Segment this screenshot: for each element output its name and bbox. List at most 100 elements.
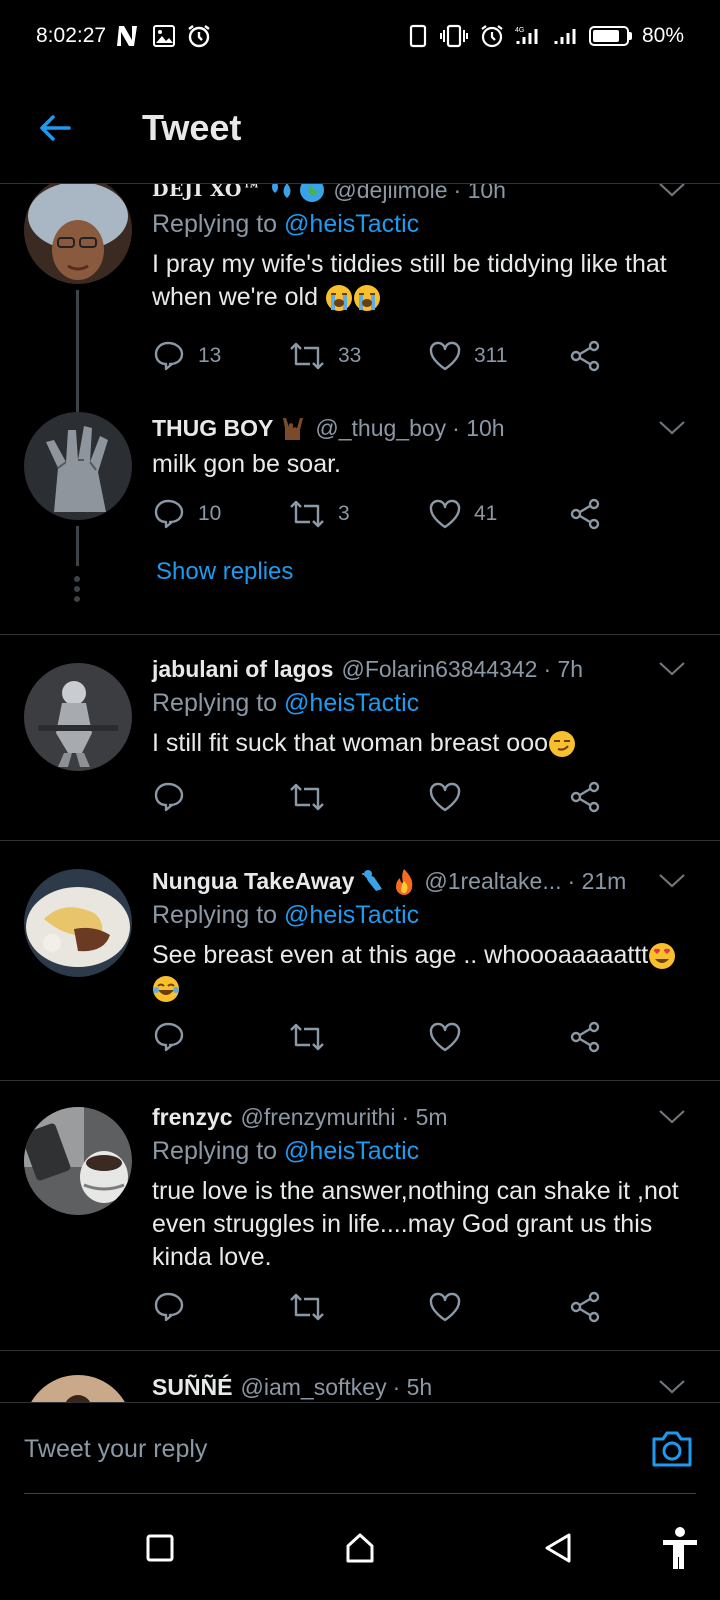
tweet-menu-button[interactable] bbox=[654, 412, 690, 444]
tweet[interactable]: jabulani of lagos @Folarin63844342 · 7h … bbox=[0, 634, 720, 840]
bird-icon bbox=[361, 870, 383, 891]
tweet-time: · 21m bbox=[567, 867, 627, 894]
retweet-button[interactable] bbox=[288, 1291, 326, 1323]
like-button[interactable] bbox=[428, 781, 462, 813]
like-button[interactable] bbox=[428, 1291, 462, 1323]
author-name[interactable]: SUÑÑÉ bbox=[152, 1374, 233, 1401]
replying-to-link[interactable]: @heisTactic bbox=[284, 689, 419, 717]
show-replies-link[interactable]: Show replies bbox=[156, 558, 293, 586]
share-button[interactable] bbox=[568, 340, 602, 372]
author-name[interactable]: THUG BOY bbox=[152, 415, 273, 442]
loudly-crying-face-icon bbox=[325, 285, 352, 312]
replying-to: Replying to @heisTactic bbox=[152, 901, 690, 935]
vibrate-icon bbox=[407, 23, 429, 49]
home-icon bbox=[346, 1533, 374, 1563]
like-button[interactable]: 311 bbox=[428, 340, 507, 372]
home-button[interactable] bbox=[338, 1526, 382, 1570]
avatar[interactable] bbox=[24, 663, 132, 771]
tweet-time: · 10h bbox=[453, 184, 506, 203]
sign-of-horns-icon bbox=[283, 418, 304, 440]
reply-button[interactable] bbox=[152, 1020, 186, 1054]
avatar[interactable] bbox=[24, 184, 132, 284]
tears-of-joy-face-icon bbox=[153, 976, 179, 1003]
reply-button[interactable] bbox=[152, 780, 186, 814]
camera-button[interactable] bbox=[650, 1427, 694, 1471]
like-button[interactable]: 41 bbox=[428, 498, 497, 530]
share-button[interactable] bbox=[568, 781, 602, 813]
reply-button[interactable]: 10 bbox=[152, 497, 221, 531]
name-emojis bbox=[279, 414, 307, 442]
author-handle[interactable]: @iam_softkey bbox=[241, 1374, 387, 1401]
tweet-actions bbox=[152, 1287, 632, 1327]
thread-dots bbox=[74, 576, 81, 606]
author-name[interactable]: Nungua TakeAway bbox=[152, 868, 354, 895]
recents-button[interactable] bbox=[138, 1526, 182, 1570]
name-emojis bbox=[267, 184, 325, 203]
replying-to: Replying to @heisTactic bbox=[152, 689, 690, 723]
back-button[interactable] bbox=[20, 93, 90, 163]
vibrate-icon bbox=[439, 23, 469, 49]
accessibility-icon bbox=[663, 1527, 697, 1569]
tweet-menu-button[interactable] bbox=[654, 1101, 690, 1133]
avatar[interactable] bbox=[24, 869, 132, 977]
tweet-menu-button[interactable] bbox=[654, 184, 690, 206]
author-handle[interactable]: @Folarin63844342 bbox=[341, 656, 537, 683]
author-name[interactable]: jabulani of lagos bbox=[152, 656, 333, 683]
author-handle[interactable]: @dejiimole bbox=[333, 184, 447, 204]
share-button[interactable] bbox=[568, 1021, 602, 1053]
retweet-button[interactable] bbox=[288, 1021, 326, 1053]
tweet-menu-button[interactable] bbox=[654, 865, 690, 897]
avatar[interactable] bbox=[24, 1107, 132, 1215]
replying-prefix: Replying to bbox=[152, 689, 285, 717]
replying-to: Replying to @heisTactic bbox=[152, 210, 690, 244]
replying-to-link[interactable]: @heisTactic bbox=[284, 901, 419, 929]
author-handle[interactable]: @frenzymurithi bbox=[241, 1104, 396, 1131]
replying-to: Replying to @heisTactic bbox=[152, 1137, 690, 1171]
tweet[interactable]: Nungua TakeAway @1realtake... · 21m Repl… bbox=[0, 840, 720, 1080]
reply-timeline[interactable]: DEJI XO™ @dejiimole · 10h Replying to @h… bbox=[0, 184, 720, 1402]
replying-to-link[interactable]: @heisTactic bbox=[284, 1137, 419, 1165]
replying-prefix: Replying to bbox=[152, 210, 285, 238]
author-name[interactable]: DEJI XO™ bbox=[152, 184, 261, 201]
retweet-button[interactable] bbox=[288, 781, 326, 813]
replying-to-link[interactable]: @heisTactic bbox=[284, 210, 419, 238]
reply-composer bbox=[0, 1402, 720, 1495]
reply-button[interactable]: 13 bbox=[152, 339, 221, 373]
tweet[interactable]: SUÑÑÉ @iam_softkey · 5h bbox=[0, 1350, 720, 1402]
accessibility-button[interactable] bbox=[658, 1526, 702, 1570]
back-nav-button[interactable] bbox=[536, 1526, 580, 1570]
svg-text:4G: 4G bbox=[515, 27, 524, 34]
tweet-actions bbox=[152, 1017, 632, 1057]
like-button[interactable] bbox=[428, 1021, 462, 1053]
thread-line bbox=[76, 526, 79, 566]
tweet-menu-button[interactable] bbox=[654, 1371, 690, 1402]
name-emojis bbox=[360, 867, 416, 895]
avatar[interactable] bbox=[24, 412, 132, 520]
share-button[interactable] bbox=[568, 1291, 602, 1323]
arrow-left-icon bbox=[40, 114, 71, 141]
heart-icon bbox=[429, 782, 461, 812]
reply-button[interactable] bbox=[152, 1290, 186, 1324]
reply-icon bbox=[154, 782, 184, 812]
tweet[interactable]: DEJI XO™ @dejiimole · 10h Replying to @h… bbox=[0, 184, 720, 414]
tweet[interactable]: frenzyc @frenzymurithi · 5m Replying to … bbox=[0, 1080, 720, 1350]
tweet[interactable]: THUG BOY @_thug_boy · 10h milk gon be so… bbox=[0, 412, 720, 620]
tweet-text: I still fit suck that woman breast ooo bbox=[152, 727, 690, 760]
retweet-icon bbox=[290, 1293, 324, 1321]
author-handle[interactable]: @1realtake... bbox=[424, 868, 561, 895]
avatar[interactable] bbox=[24, 1375, 132, 1402]
like-count: 311 bbox=[474, 344, 508, 367]
tweet-actions: 13 33 311 bbox=[152, 336, 632, 376]
share-button[interactable] bbox=[568, 498, 602, 530]
chevron-down-icon bbox=[659, 1110, 685, 1124]
heart-icon bbox=[429, 1292, 461, 1322]
author-name[interactable]: frenzyc bbox=[152, 1104, 233, 1131]
retweet-button[interactable]: 33 bbox=[288, 340, 361, 372]
retweet-count: 33 bbox=[338, 344, 362, 367]
author-handle[interactable]: @_thug_boy bbox=[315, 415, 446, 442]
sweat-droplets-icon bbox=[272, 184, 291, 198]
tweet-menu-button[interactable] bbox=[654, 653, 690, 685]
tweet-text-body: I still fit suck that woman breast ooo bbox=[152, 729, 549, 757]
reply-input[interactable] bbox=[24, 1403, 614, 1495]
retweet-button[interactable]: 3 bbox=[288, 498, 350, 530]
